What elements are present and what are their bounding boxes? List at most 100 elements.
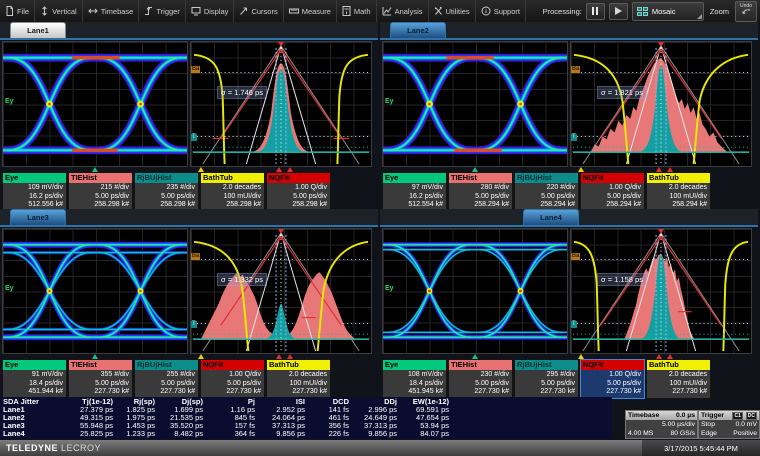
pause-icon bbox=[592, 7, 594, 15]
lane4-trace-markers bbox=[380, 353, 758, 359]
lane4-tab-row: Lane4 bbox=[380, 209, 758, 227]
descriptor-title: TIEHist bbox=[449, 360, 512, 370]
descriptor-title: BathTub bbox=[201, 173, 264, 183]
tie-trace-label: T bbox=[571, 321, 577, 328]
jitter-cell: 8.482 ps bbox=[157, 430, 205, 438]
menu-utilities-label: Utilities bbox=[446, 7, 470, 16]
descriptor-bathtub[interactable]: BathTub 2.0 decades100 mUI/div258.298 k# bbox=[200, 172, 265, 212]
lane2-histogram-panel[interactable]: Ba T bbox=[570, 41, 752, 167]
datetime-display: 3/17/2015 5:45:44 PM bbox=[642, 440, 760, 456]
descriptor-title: BathTub bbox=[647, 360, 710, 370]
tab-lane3[interactable]: Lane3 bbox=[10, 209, 66, 225]
tie-trace-label: T bbox=[571, 134, 577, 141]
pause-button[interactable] bbox=[586, 3, 605, 20]
sda-jitter-table: SDA Jitter Tj(1e-12) Rj(sp) Dj(sp) Pj IS… bbox=[0, 397, 612, 439]
eye-marker-icon bbox=[472, 167, 478, 172]
menu-support[interactable]: Support bbox=[476, 0, 526, 22]
descriptor-title: TIEHist bbox=[69, 360, 132, 370]
apex-marker-icon bbox=[278, 42, 284, 47]
timebase-rate: 80 GS/s bbox=[670, 429, 695, 438]
bathtub-marker-icon bbox=[198, 354, 204, 359]
nqfit-marker-icon bbox=[656, 167, 662, 172]
tab-lane1[interactable]: Lane1 bbox=[10, 22, 66, 38]
menu-file[interactable]: File bbox=[0, 0, 35, 22]
sigma-annotation: σ = 1.332 ps bbox=[217, 273, 267, 286]
menu-utilities[interactable]: Utilities bbox=[429, 0, 476, 22]
descriptor-bathtub[interactable]: BathTub 2.0 decades100 mUI/div227.730 k# bbox=[646, 359, 711, 399]
menu-timebase[interactable]: Timebase bbox=[83, 0, 140, 22]
descriptor-bathtub[interactable]: BathTub 2.0 decades100 mUI/div227.730 k# bbox=[266, 359, 331, 399]
eye-trace-label: Ey bbox=[384, 285, 395, 292]
descriptor-bathtub[interactable]: BathTub 2.0 decades100 mUI/div258.294 k# bbox=[646, 172, 711, 212]
tie-trace-label: T bbox=[191, 134, 197, 141]
descriptor-rjbujhist[interactable]: RjBUjHist 295 #/div5.00 ps/div227.730 k# bbox=[514, 359, 579, 399]
descriptor-tiehist[interactable]: TIEHist 280 #/div5.00 ps/div258.294 k# bbox=[448, 172, 513, 212]
menu-analysis-label: Analysis bbox=[395, 7, 423, 16]
descriptor-rjbujhist[interactable]: RjBUjHist 255 #/div5.00 ps/div227.730 k# bbox=[134, 359, 199, 399]
menu-trigger[interactable]: Trigger bbox=[139, 0, 185, 22]
descriptor-eye[interactable]: Eye 109 mV/div16.2 ps/div512.556 k# bbox=[2, 172, 67, 212]
calculator-icon bbox=[342, 6, 351, 16]
bathtub-trace-label: Ba bbox=[191, 253, 200, 260]
nqfit-marker-icon bbox=[276, 354, 282, 359]
timebase-offset: 0.0 µs bbox=[676, 411, 695, 420]
menu-measure[interactable]: Measure bbox=[284, 0, 337, 22]
tab-lane2[interactable]: Lane2 bbox=[390, 22, 446, 38]
descriptor-title: TIEHist bbox=[449, 173, 512, 183]
status-bar: TELEDYNELECROY 3/17/2015 5:45:44 PM bbox=[0, 440, 760, 456]
descriptor-title: RjBUjHist bbox=[515, 173, 578, 183]
lane1-eye-diagram[interactable]: Ey bbox=[2, 41, 188, 167]
dropdown-corner-icon bbox=[697, 14, 702, 19]
descriptor-tiehist[interactable]: TIEHist 355 #/div5.00 ps/div227.730 k# bbox=[68, 359, 133, 399]
apex-marker-icon bbox=[278, 229, 284, 234]
tab-lane4[interactable]: Lane4 bbox=[523, 209, 579, 225]
menu-display[interactable]: Display bbox=[186, 0, 235, 22]
descriptor-tiehist[interactable]: TIEHist 215 #/div5.00 ps/div258.298 k# bbox=[68, 172, 133, 212]
menu-analysis[interactable]: Analysis bbox=[377, 0, 429, 22]
trigger-coupling-badge: DC bbox=[746, 412, 757, 420]
descriptor-title: BathTub bbox=[647, 173, 710, 183]
descriptor-nqfit[interactable]: NQFit 1.00 Q/div5.00 ps/div258.294 k# bbox=[580, 172, 645, 212]
trigger-title: Trigger bbox=[701, 411, 724, 420]
jitter-cell: 9.856 ps bbox=[351, 430, 399, 438]
descriptor-nqfit-selected[interactable]: NQFit 1.00 Q/div5.00 ps/div227.730 k# bbox=[580, 359, 645, 399]
menu-cursors[interactable]: Cursors bbox=[234, 0, 283, 22]
menu-vertical[interactable]: Vertical bbox=[35, 0, 83, 22]
descriptor-eye[interactable]: Eye 91 mV/div18.4 ps/div451.944 k# bbox=[2, 359, 67, 399]
lane1-histogram-panel[interactable]: Ba T bbox=[190, 41, 372, 167]
nqfit-marker-icon bbox=[287, 167, 293, 172]
menu-math-label: Math bbox=[354, 7, 371, 16]
bathtub-marker-icon bbox=[578, 354, 584, 359]
mosaic-dropdown[interactable]: Mosaic bbox=[632, 2, 704, 21]
timebase-descriptor[interactable]: Timebase 0.0 µs 5.00 µs/div 4.00 MS 80 G… bbox=[625, 410, 698, 439]
jitter-cell: Lane4 bbox=[0, 430, 67, 438]
lane4-eye-diagram[interactable]: Ey bbox=[382, 228, 568, 354]
jitter-cell: 25.825 ps bbox=[67, 430, 115, 438]
descriptor-rjbujhist[interactable]: RjBUjHist 220 #/div5.00 ps/div258.294 k# bbox=[514, 172, 579, 212]
menu-cursors-label: Cursors bbox=[251, 7, 277, 16]
trigger-descriptor[interactable]: Trigger C1 DC Stop 0.0 mV Edge Positive bbox=[698, 410, 760, 439]
brand-secondary: LECROY bbox=[61, 443, 101, 453]
descriptor-title: NQFit bbox=[267, 173, 330, 183]
undo-button[interactable]: Undo bbox=[735, 1, 757, 22]
descriptor-nqfit[interactable]: NQFit 1.00 Q/div5.00 ps/div258.298 k# bbox=[266, 172, 331, 212]
lane3-histogram-panel[interactable]: Ba T bbox=[190, 228, 372, 354]
descriptor-title: Eye bbox=[3, 360, 66, 370]
descriptor-nqfit[interactable]: NQFit 1.00 Q/div5.00 ps/div227.730 k# bbox=[200, 359, 265, 399]
play-button[interactable] bbox=[609, 3, 628, 20]
lane3-eye-diagram[interactable]: Ey bbox=[2, 228, 188, 354]
horizontal-arrows-icon bbox=[88, 6, 98, 16]
nqfit-marker-icon bbox=[667, 167, 673, 172]
nqfit-marker-icon bbox=[276, 167, 282, 172]
descriptor-rjbujhist[interactable]: RjBUjHist 235 #/div5.00 ps/div258.298 k# bbox=[134, 172, 199, 212]
lane2-eye-diagram[interactable]: Ey bbox=[382, 41, 568, 167]
descriptor-eye[interactable]: Eye 97 mV/div16.2 ps/div512.554 k# bbox=[382, 172, 447, 212]
lane4-histogram-panel[interactable]: Ba T bbox=[570, 228, 752, 354]
descriptor-eye[interactable]: Eye 108 mV/div18.4 ps/div451.945 k# bbox=[382, 359, 447, 399]
menu-math[interactable]: Math bbox=[337, 0, 377, 22]
descriptor-tiehist[interactable]: TIEHist 230 #/div5.00 ps/div227.730 k# bbox=[448, 359, 513, 399]
descriptor-title: Eye bbox=[3, 173, 66, 183]
trigger-edge-icon bbox=[144, 6, 153, 16]
brand-logo: TELEDYNELECROY bbox=[0, 443, 101, 453]
tie-trace-label: T bbox=[191, 321, 197, 328]
